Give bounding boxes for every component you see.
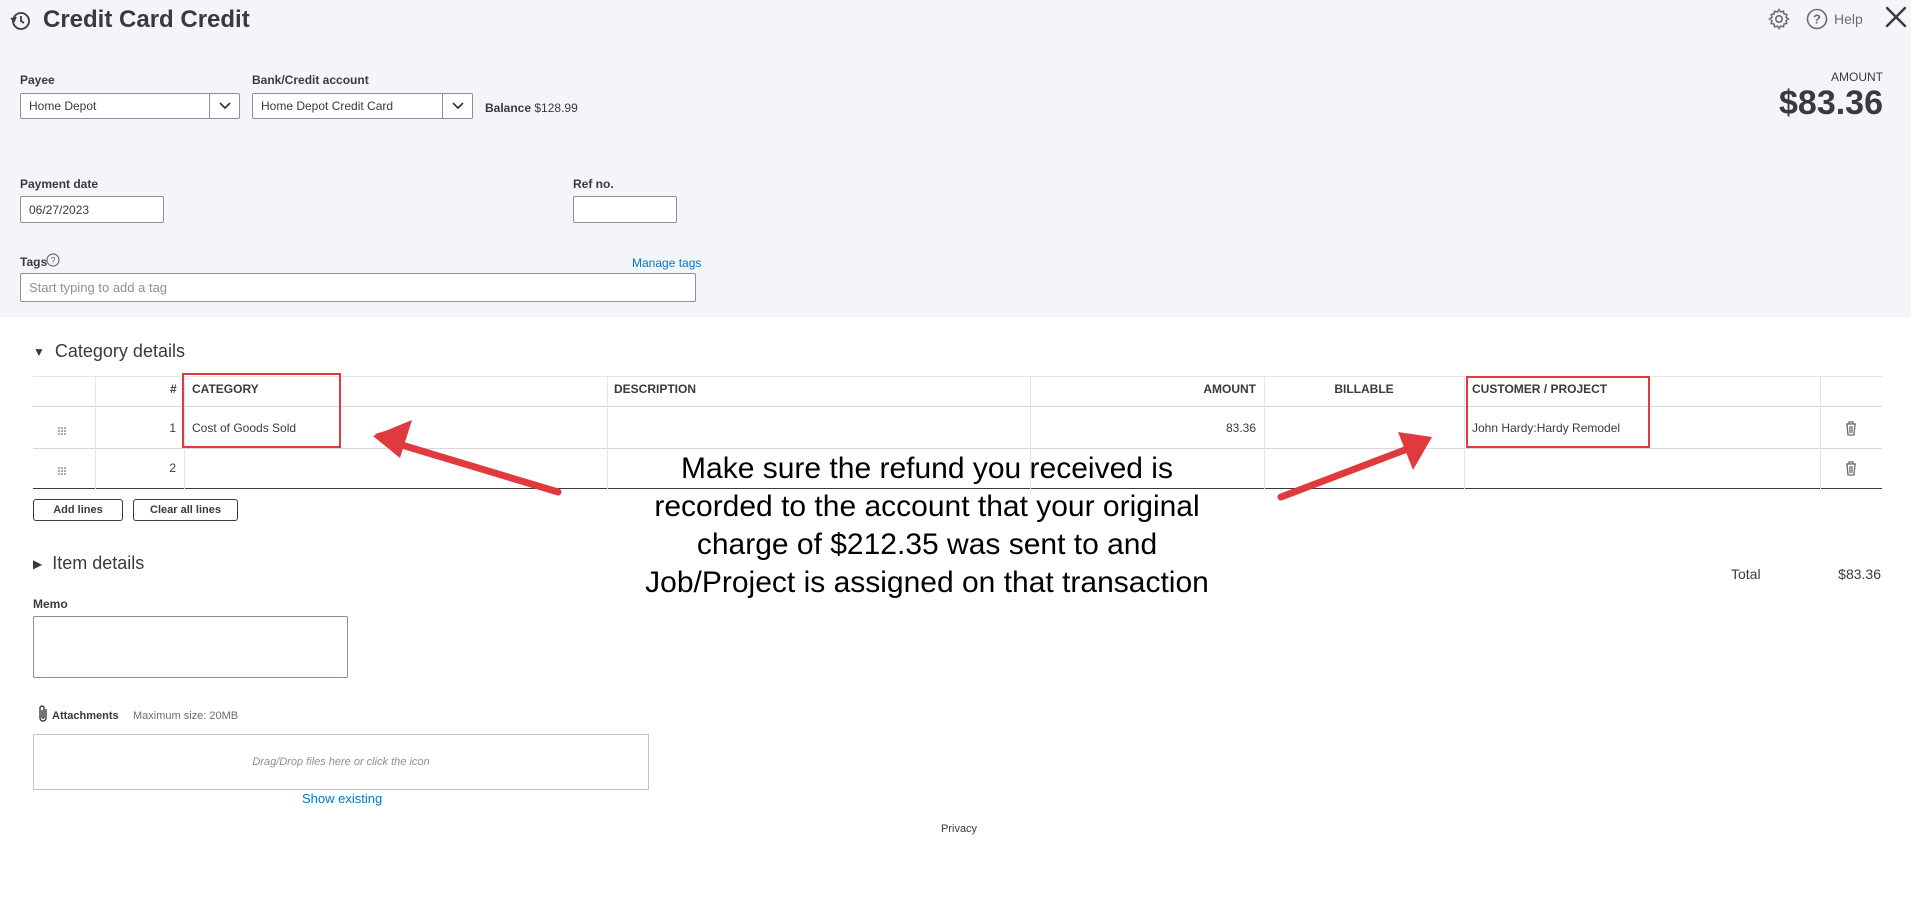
annotation-line: Make sure the refund you received is — [681, 452, 1173, 485]
annotation-arrow-right — [1277, 432, 1432, 501]
annotation-line: Job/Project is assigned on that transact… — [645, 566, 1209, 599]
annotation-arrow-left — [373, 420, 562, 496]
annotation-note: Make sure the refund you received is rec… — [612, 450, 1242, 602]
annotation-line: recorded to the account that your origin… — [654, 490, 1200, 523]
annotation-line: charge of $212.35 was sent to and — [696, 528, 1158, 561]
